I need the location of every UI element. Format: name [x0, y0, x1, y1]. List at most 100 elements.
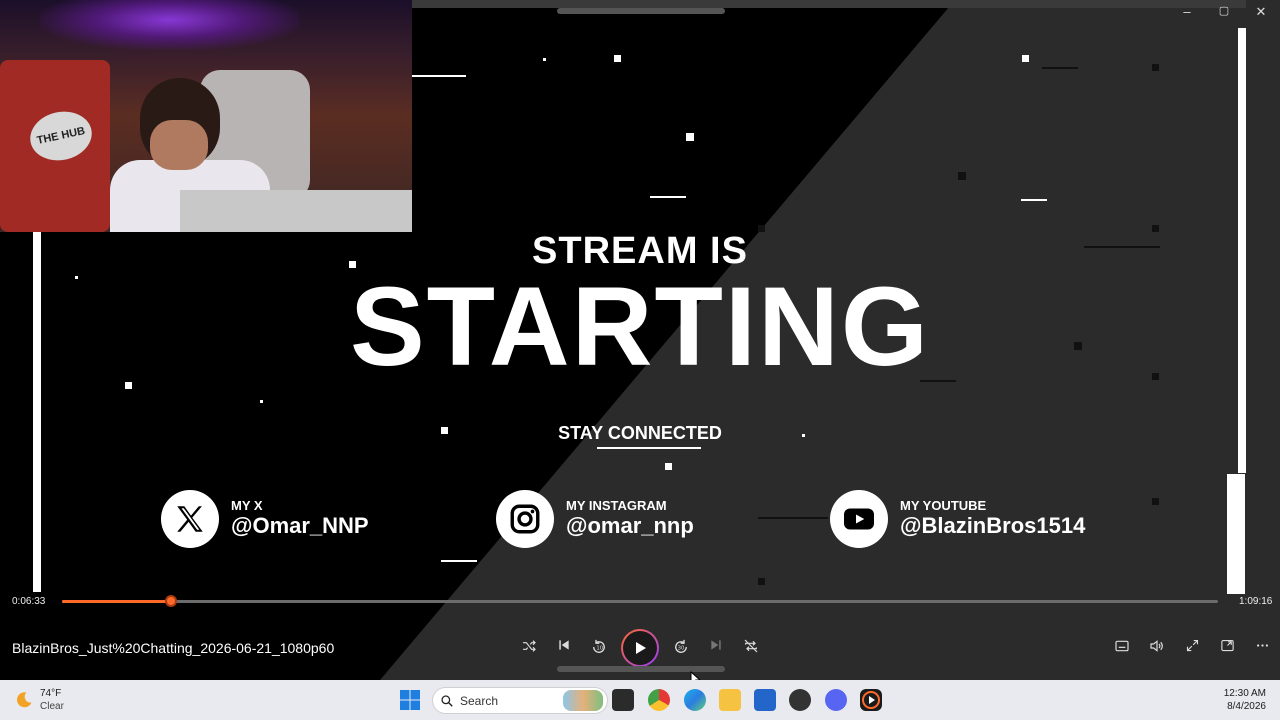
shuffle-icon: [523, 640, 536, 652]
microsoft-store-icon[interactable]: [754, 689, 776, 711]
taskbar-search[interactable]: Search: [432, 687, 608, 714]
file-explorer-icon[interactable]: [719, 689, 741, 711]
youtube-icon: [830, 490, 888, 548]
play-icon: [636, 642, 646, 654]
stay-connected-underline: [597, 447, 701, 449]
mouse-cursor-icon: [690, 671, 701, 680]
instagram-icon: [496, 490, 554, 548]
social-instagram: MY INSTAGRAM @omar_nnp: [496, 490, 694, 548]
more-options-button[interactable]: [1251, 638, 1273, 658]
video-player-surface[interactable]: – ▢ ✕ THE HUB STREAM IS STARTING STAY CO…: [0, 0, 1280, 680]
system-clock[interactable]: 12:30 AM 8/4/2026: [1224, 687, 1266, 713]
webcam-person-face: [150, 120, 208, 170]
decor-square: [441, 427, 448, 434]
windows-logo-icon: [400, 690, 420, 710]
mini-player-button[interactable]: [1216, 638, 1238, 658]
previous-button[interactable]: [553, 638, 575, 658]
fullscreen-icon: [1186, 639, 1198, 652]
forward-30-button[interactable]: 30: [670, 638, 692, 658]
clock-date: 8/4/2026: [1227, 701, 1266, 712]
decor-square: [543, 58, 546, 61]
decor-square: [1152, 498, 1159, 505]
decor-dash: [758, 517, 828, 519]
starting-title: STARTING: [349, 264, 931, 389]
decor-dash: [1084, 246, 1160, 248]
svg-text:10: 10: [596, 646, 603, 652]
decor-square: [614, 55, 621, 62]
decor-square: [1152, 64, 1159, 71]
moon-icon: [17, 692, 32, 708]
elapsed-time: 0:06:33: [12, 596, 46, 607]
social-handle: @BlazinBros1514: [900, 513, 1086, 538]
repeat-off-button[interactable]: [740, 638, 762, 658]
start-button[interactable]: [399, 689, 421, 711]
decor-square: [125, 382, 132, 389]
decor-square: [802, 434, 805, 437]
skip-next-icon: [711, 640, 721, 650]
social-label: MY YOUTUBE: [900, 498, 987, 513]
shuffle-button[interactable]: [518, 638, 540, 658]
repeat-off-icon: [744, 639, 758, 653]
decor-square: [686, 133, 694, 141]
social-label: MY INSTAGRAM: [566, 498, 667, 513]
search-placeholder: Search: [460, 694, 499, 708]
decor-dash: [1021, 199, 1047, 201]
decor-square: [1074, 342, 1082, 350]
video-filename: BlazinBros_Just%20Chatting_2026-06-21_10…: [12, 640, 335, 656]
social-handle: @omar_nnp: [566, 513, 694, 538]
x-logo-icon: [161, 490, 219, 548]
total-duration: 1:09:16: [1239, 596, 1273, 607]
edge-icon[interactable]: [684, 689, 706, 711]
search-highlight-image: [563, 690, 603, 711]
frame-border-left: [33, 232, 41, 592]
maximize-button[interactable]: ▢: [1214, 4, 1234, 17]
chrome-icon[interactable]: [648, 689, 670, 711]
task-view-button[interactable]: [612, 689, 634, 711]
frame-border-right-bottom: [1227, 474, 1245, 594]
more-icon: [1256, 644, 1268, 647]
webcam-feed: THE HUB: [0, 0, 412, 232]
obs-icon[interactable]: [789, 689, 811, 711]
seek-bar-progress: [62, 600, 172, 603]
rewind-10-icon: 10: [593, 639, 605, 653]
volume-button[interactable]: [1146, 638, 1168, 658]
decor-dash: [412, 75, 466, 77]
seek-bar[interactable]: [62, 595, 1218, 607]
social-x: MY X @Omar_NNP: [161, 490, 369, 548]
social-handle: @Omar_NNP: [231, 513, 369, 538]
webcam-lights: [40, 0, 300, 50]
frame-border-right: [1238, 28, 1246, 473]
decor-square: [1022, 55, 1029, 62]
decor-square: [958, 172, 966, 180]
social-youtube: MY YOUTUBE @BlazinBros1514: [830, 490, 1085, 548]
clock-time: 12:30 AM: [1223, 688, 1266, 699]
weather-temperature: 74°F: [40, 688, 62, 699]
taskbar: 74°F Clear Search 12:30 AM 8/4/2026: [0, 680, 1280, 720]
next-button[interactable]: [705, 638, 727, 658]
media-player-icon[interactable]: [860, 689, 882, 711]
top-drag-handle[interactable]: [557, 8, 725, 14]
webcam-monitor: [180, 190, 412, 232]
fullscreen-button[interactable]: [1181, 638, 1203, 658]
rewind-10-button[interactable]: 10: [588, 638, 610, 658]
decor-dash: [441, 560, 477, 562]
skip-previous-icon: [559, 640, 569, 650]
title-bar-strip: [412, 0, 1246, 8]
close-button[interactable]: ✕: [1251, 4, 1271, 20]
decor-square: [1152, 225, 1159, 232]
volume-icon: [1150, 640, 1163, 652]
decor-square: [665, 463, 672, 470]
captions-button[interactable]: [1111, 638, 1133, 658]
decor-square: [260, 400, 263, 403]
media-play-icon: [862, 691, 880, 709]
decor-square: [1152, 373, 1159, 380]
discord-icon[interactable]: [825, 689, 847, 711]
minimize-button[interactable]: –: [1177, 4, 1197, 19]
decor-square: [75, 276, 78, 279]
svg-text:30: 30: [678, 646, 685, 652]
decor-square: [758, 578, 765, 585]
forward-30-icon: 30: [675, 639, 687, 653]
weather-condition: Clear: [40, 701, 64, 712]
play-button[interactable]: [621, 629, 659, 667]
weather-widget[interactable]: [14, 690, 34, 710]
